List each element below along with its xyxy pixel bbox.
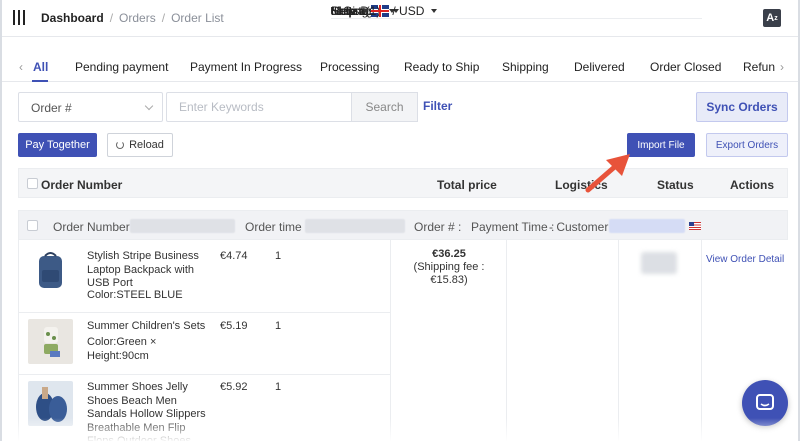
tabs-scroll-left-icon[interactable]: ‹ bbox=[19, 60, 23, 74]
top-nav: Dashboard / Orders / Order List Jane Doe… bbox=[2, 0, 798, 37]
product-image[interactable] bbox=[28, 319, 73, 364]
product-price: €4.74 bbox=[220, 250, 248, 262]
product-quantity: 1 bbox=[275, 320, 282, 332]
col-status: Status bbox=[657, 178, 694, 192]
order-time-label: Order time : bbox=[245, 220, 309, 234]
tab-shipping[interactable]: Shipping bbox=[502, 60, 549, 74]
bottom-fade bbox=[2, 418, 798, 441]
order-item: Summer Children's Sets Color:Green × Hei… bbox=[19, 313, 390, 375]
order-hash-label: Order # : bbox=[414, 220, 462, 234]
tab-pending-payment[interactable]: Pending payment bbox=[75, 60, 168, 74]
product-name[interactable]: Summer Children's Sets bbox=[87, 320, 207, 334]
tab-ready-to-ship[interactable]: Ready to Ship bbox=[404, 60, 479, 74]
order-checkbox[interactable] bbox=[27, 220, 38, 231]
filter-link[interactable]: Filter bbox=[423, 99, 452, 113]
translate-icon[interactable]: Az bbox=[763, 9, 781, 27]
us-flag-icon bbox=[689, 222, 701, 230]
order-item: Stylish Stripe Business Laptop Backpack … bbox=[19, 240, 390, 313]
tab-refund[interactable]: Refun bbox=[743, 60, 775, 74]
product-quantity: 1 bbox=[275, 250, 282, 262]
tab-all[interactable]: All bbox=[33, 60, 48, 74]
col-order-number: Order Number bbox=[41, 178, 123, 192]
active-tab-indicator bbox=[32, 80, 48, 82]
order-number-label: Order Number : bbox=[53, 220, 137, 234]
tabs-scroll-right-icon[interactable]: › bbox=[780, 60, 784, 74]
table-header: Order Number Total price Logistics Statu… bbox=[18, 168, 788, 198]
breadcrumb-dashboard[interactable]: Dashboard bbox=[41, 11, 104, 25]
product-price: €5.92 bbox=[220, 381, 248, 393]
breadcrumb-order-list: Order List bbox=[171, 11, 224, 25]
menu-icon[interactable] bbox=[13, 10, 25, 25]
chat-icon bbox=[756, 394, 774, 410]
order-total-amount: €36.25 bbox=[432, 248, 466, 260]
product-price: €5.19 bbox=[220, 320, 248, 332]
shipping-fee-line1: (Shipping fee : bbox=[413, 261, 485, 273]
redacted-status bbox=[641, 252, 677, 274]
tab-order-closed[interactable]: Order Closed bbox=[650, 60, 721, 74]
view-order-detail-link[interactable]: View Order Detail bbox=[706, 254, 784, 265]
search-type-value: Order # bbox=[31, 101, 72, 115]
breadcrumb-separator: / bbox=[109, 11, 114, 25]
pay-together-button[interactable]: Pay Together bbox=[18, 133, 97, 157]
select-all-checkbox[interactable] bbox=[27, 178, 38, 189]
order-total: €36.25 (Shipping fee : €15.83) bbox=[391, 248, 507, 287]
breadcrumb-separator: / bbox=[161, 11, 166, 25]
reload-label: Reload bbox=[129, 139, 164, 151]
redacted-order-number bbox=[130, 219, 235, 233]
order-body: Stylish Stripe Business Laptop Backpack … bbox=[18, 240, 788, 441]
product-variant: Color:Green × Height:90cm bbox=[87, 336, 157, 362]
product-name[interactable]: Stylish Stripe Business Laptop Backpack … bbox=[87, 250, 207, 291]
export-orders-button[interactable]: Export Orders bbox=[706, 133, 788, 157]
tab-processing[interactable]: Processing bbox=[320, 60, 379, 74]
col-total-price: Total price bbox=[437, 178, 497, 192]
chevron-down-icon bbox=[362, 8, 369, 13]
breadcrumb-orders[interactable]: Orders bbox=[119, 11, 156, 25]
status-tabs: ‹ All Pending payment Payment In Progres… bbox=[2, 52, 798, 82]
sync-orders-button[interactable]: Sync Orders bbox=[696, 92, 788, 122]
help-label: Help bbox=[331, 3, 356, 18]
product-image[interactable] bbox=[28, 249, 73, 294]
tab-payment-in-progress[interactable]: Payment In Progress bbox=[190, 60, 302, 74]
tab-delivered[interactable]: Delivered bbox=[574, 60, 625, 74]
search-type-select[interactable]: Order # bbox=[18, 92, 163, 122]
product-quantity: 1 bbox=[275, 381, 282, 393]
shipping-fee-line2: €15.83) bbox=[430, 274, 468, 286]
reload-button[interactable]: Reload bbox=[107, 133, 173, 157]
annotation-arrow-icon bbox=[585, 154, 630, 193]
customer-label: - Customer : bbox=[549, 220, 616, 234]
chevron-down-icon bbox=[144, 101, 154, 111]
order-group-header: Order Number : Order time : Order # : Pa… bbox=[18, 210, 788, 240]
column-divider bbox=[701, 240, 702, 441]
import-file-button[interactable]: Import File bbox=[627, 133, 695, 157]
redacted-customer bbox=[609, 219, 685, 233]
reload-icon bbox=[116, 141, 125, 149]
redacted-order-time bbox=[305, 219, 405, 233]
search-button[interactable]: Search bbox=[351, 92, 418, 122]
col-actions: Actions bbox=[730, 178, 775, 192]
column-divider bbox=[618, 240, 619, 441]
keyword-input[interactable] bbox=[166, 92, 352, 122]
product-variant: Color:STEEL BLUE bbox=[87, 289, 183, 301]
app-frame: Dashboard / Orders / Order List Jane Doe… bbox=[0, 0, 800, 441]
payment-time-label: Payment Time : bbox=[471, 220, 555, 234]
breadcrumb: Dashboard / Orders / Order List bbox=[41, 11, 224, 25]
